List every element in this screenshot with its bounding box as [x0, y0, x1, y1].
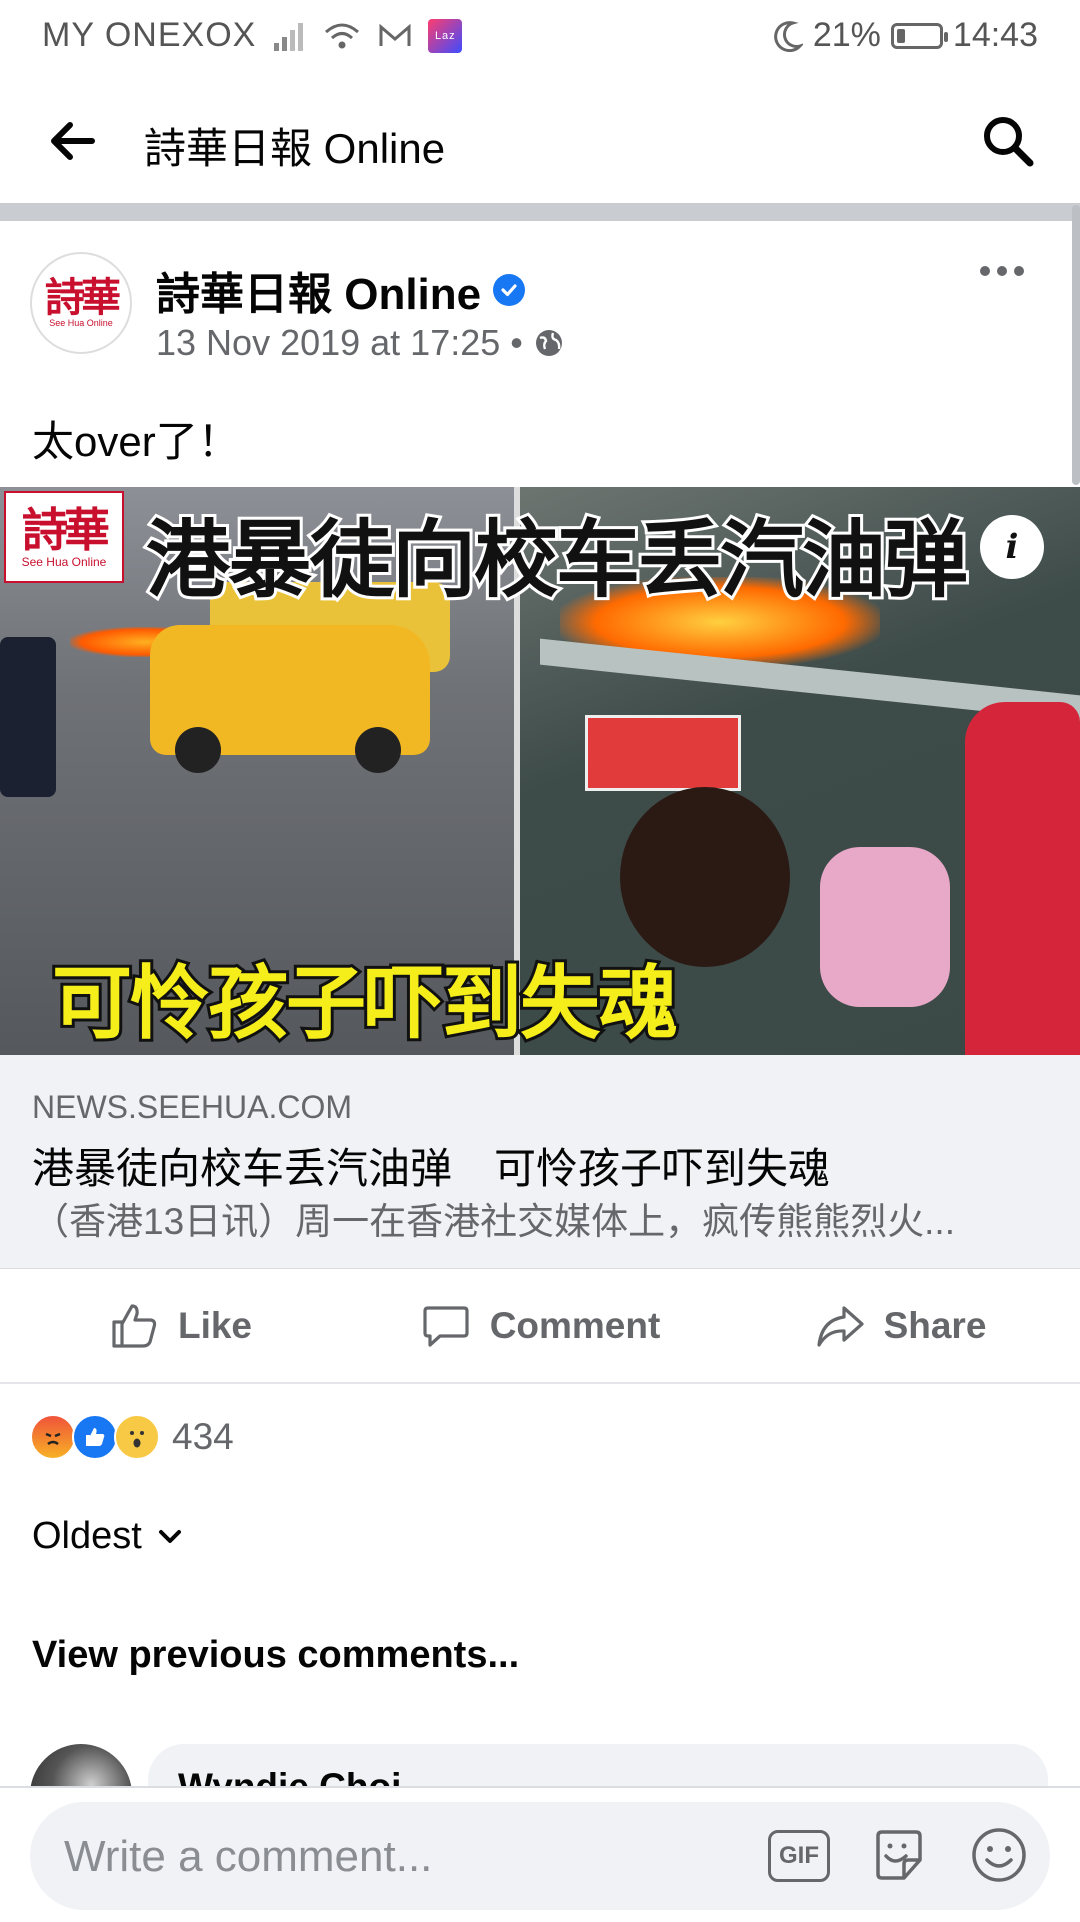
comment-composer: GIF: [30, 1802, 1050, 1910]
sort-label: Oldest: [32, 1515, 142, 1557]
app-header: 詩華日報 Online: [0, 75, 1080, 203]
battery-icon: [890, 22, 948, 49]
status-bar-right: 21% 14:43: [773, 16, 1038, 55]
comment-button[interactable]: Comment: [360, 1270, 720, 1382]
sticker-icon[interactable]: [868, 1824, 930, 1886]
priority-seat-sign: [585, 715, 741, 791]
page-title: 詩華日報 Online: [144, 125, 446, 172]
avatar-logo: 詩華: [45, 274, 121, 321]
search-icon[interactable]: [978, 111, 1038, 171]
post-text: 太over了！: [32, 418, 240, 465]
status-bar: MY ONEXOX Laz 21% 14:43: [0, 0, 1080, 75]
wifi-icon: [325, 23, 360, 48]
gif-button[interactable]: GIF: [768, 1830, 830, 1882]
chevron-down-icon: [158, 1529, 181, 1543]
comment-input[interactable]: [62, 1824, 766, 1890]
status-bar-left: MY ONEXOX Laz: [42, 16, 463, 55]
thumbs-up-icon: [112, 1304, 157, 1348]
image-headline: 港暴徒向校车丢汽油弹: [143, 510, 971, 610]
comment-sort-dropdown[interactable]: Oldest: [32, 1515, 184, 1558]
image-logo-chars: 詩華: [22, 503, 110, 557]
view-previous-comments-link[interactable]: View previous comments...: [32, 1634, 519, 1677]
comment-composer-bar: GIF: [0, 1786, 1080, 1922]
image-logo-sub: See Hua Online: [21, 555, 107, 569]
post-actions: Like Comment Share: [0, 1270, 1080, 1384]
scrollbar[interactable]: [1072, 205, 1080, 485]
post-image[interactable]: 詩華 See Hua Online 港暴徒向校车丢汽油弹 可怜孩子吓到失魂: [0, 487, 1080, 1055]
clock: 14:43: [952, 16, 1038, 54]
like-reaction-icon: [72, 1414, 118, 1460]
info-icon[interactable]: i: [980, 515, 1044, 579]
angry-reaction-icon: [30, 1414, 76, 1460]
wheel-shape: [175, 727, 221, 773]
more-options-icon[interactable]: [972, 256, 1032, 286]
lazada-app-icon: Laz: [428, 18, 463, 53]
emoji-icon[interactable]: [968, 1824, 1030, 1886]
dark-car-shape: [0, 637, 56, 797]
wow-reaction-icon: [114, 1414, 160, 1460]
like-label: Like: [177, 1305, 253, 1346]
reaction-count: 434: [172, 1416, 234, 1457]
share-button[interactable]: Share: [720, 1270, 1080, 1382]
post-timestamp[interactable]: 13 Nov 2019 at 17:25 •: [156, 322, 523, 364]
link-domain: NEWS.SEEHUA.COM: [32, 1089, 353, 1125]
moon-icon: [773, 20, 803, 52]
reactions-summary[interactable]: 434: [30, 1414, 234, 1460]
comment-icon: [423, 1306, 469, 1347]
mail-icon: [379, 23, 411, 46]
signal-icon: [274, 22, 304, 51]
avatar-logo-sub: See Hua Online: [49, 318, 113, 328]
comment-label: Comment: [489, 1305, 661, 1346]
verified-badge-icon: [493, 274, 526, 306]
image-caption: 可怜孩子吓到失魂: [49, 956, 681, 1051]
bus-seat-shape: [965, 702, 1080, 1055]
battery-percent: 21%: [812, 16, 881, 54]
link-description: （香港13日讯）周一在香港社交媒体上，疯传熊熊烈火...: [32, 1201, 955, 1242]
section-divider: [0, 203, 1080, 221]
backpack-shape: [820, 847, 950, 1007]
carrier-name: MY ONEXOX: [42, 16, 257, 54]
page-avatar[interactable]: 詩華 See Hua Online: [30, 252, 132, 354]
post-page-name[interactable]: 詩華日報 Online: [156, 258, 526, 322]
image-logo: 詩華 See Hua Online: [4, 491, 124, 583]
post-meta: 13 Nov 2019 at 17:25 •: [156, 322, 565, 364]
link-preview[interactable]: NEWS.SEEHUA.COM 港暴徒向校车丢汽油弹 可怜孩子吓到失魂 （香港1…: [0, 1055, 1080, 1269]
wheel-shape: [355, 727, 401, 773]
share-icon: [816, 1306, 864, 1347]
link-title: 港暴徒向校车丢汽油弹 可怜孩子吓到失魂: [32, 1145, 831, 1192]
share-label: Share: [883, 1305, 987, 1346]
back-arrow-icon[interactable]: [44, 113, 100, 169]
post-author[interactable]: 詩華日報 Online: [156, 258, 481, 322]
globe-icon: [535, 330, 562, 356]
like-button[interactable]: Like: [0, 1270, 360, 1382]
